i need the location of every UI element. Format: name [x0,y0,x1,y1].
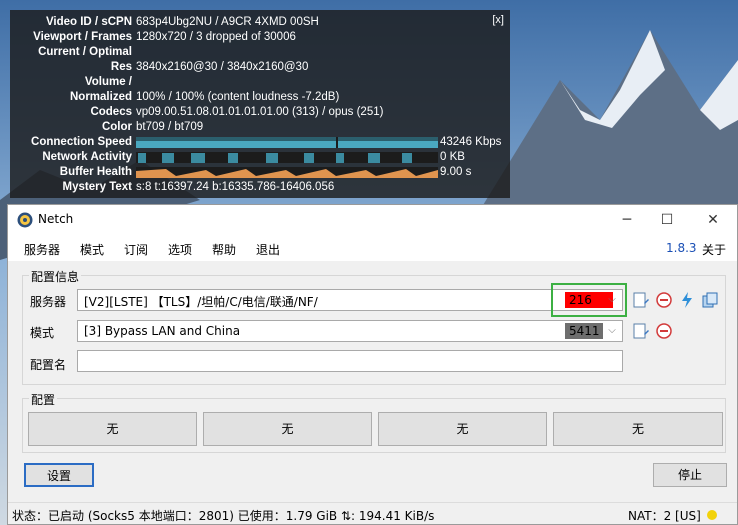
stats-value: bt709 / bt709 [136,121,204,133]
profile-button-3[interactable]: 无 [378,412,547,446]
profile-button-4[interactable]: 无 [553,412,723,446]
stats-label: Volume / [84,76,132,88]
stats-label: Color [101,121,132,133]
stats-row-current-optimal: Current / Optimal [10,45,510,60]
stats-value: 100% / 100% (content loudness -7.2dB) [136,91,340,103]
profile-name-input[interactable] [77,350,623,372]
netch-logo-icon [17,212,33,228]
network-activity-graph [136,152,438,163]
settings-button[interactable]: 设置 [24,463,94,487]
version-link[interactable]: 1.8.3 [666,241,697,255]
stats-value: 1280x720 / 3 dropped of 30006 [136,31,296,43]
stats-for-nerds-overlay: [x] Video ID / sCPN 683p4Ubg2NU / A9CR 4… [10,10,510,198]
connection-speed-graph [136,137,438,148]
stats-label: Normalized [70,91,132,103]
menu-item-subscription[interactable]: 订阅 [124,241,148,258]
stats-value: 683p4Ubg2NU / A9CR 4XMD 00SH [136,16,319,28]
minimize-icon: ─ [622,212,632,228]
chevron-down-icon: ⌵ [608,325,616,336]
stats-value: 3840x2160@30 / 3840x2160@30 [136,61,309,73]
stats-row-normalized: Normalized 100% / 100% (content loudness… [10,90,510,105]
menu-item-mode[interactable]: 模式 [80,241,104,258]
stats-label: Viewport / Frames [33,31,132,43]
close-icon: ✕ [707,212,719,228]
stats-value: s:8 t:16397.24 b:16335.786-16406.056 [136,181,335,193]
stats-row-codecs: Codecs vp09.00.51.08.01.01.01.01.00 (313… [10,105,510,120]
stats-label: Video ID / sCPN [45,16,132,28]
server-selected-value: [V2][LSTE] 【TLS】/坦帕/C/电信/联通/NF/ [84,295,318,309]
maximize-icon: ☐ [660,212,674,228]
minimize-button[interactable]: ─ [612,209,642,231]
stats-value: 9.00 s [440,166,472,178]
menu-item-help[interactable]: 帮助 [212,241,236,258]
stats-row-network-activity: Network Activity 0 KB [10,150,510,165]
copy-server-icon[interactable] [701,291,719,309]
stats-row-res: Res 3840x2160@30 / 3840x2160@30 [10,60,510,75]
delete-server-icon[interactable] [655,291,673,309]
stats-label: Mystery Text [62,181,132,193]
stats-label: Connection Speed [31,136,132,148]
stats-label: Buffer Health [59,166,132,178]
menu-item-exit[interactable]: 退出 [256,241,280,258]
menu-item-options[interactable]: 选项 [168,241,192,258]
status-bar: 状态：已启动 (Socks5 本地端口：2801) 已使用：1.79 GiB ⇅… [8,502,737,524]
stats-row-mystery-text: Mystery Text s:8 t:16397.24 b:16335.786-… [10,180,510,195]
stats-row-video-id: Video ID / sCPN 683p4Ubg2NU / A9CR 4XMD … [10,15,510,30]
maximize-button[interactable]: ☐ [652,209,682,231]
profile-button-1[interactable]: 无 [28,412,197,446]
profiles-title: 配置 [29,391,58,408]
about-link[interactable]: 关于 [702,241,726,258]
menu-bar: 服务器 模式 订阅 选项 帮助 退出 1.8.3 关于 [8,235,737,261]
title-bar[interactable]: Netch ─ ☐ ✕ [8,205,737,235]
latency-highlight-box [551,283,627,317]
stats-label: Res [110,61,132,73]
stats-row-volume: Volume / [10,75,510,90]
server-select[interactable]: [V2][LSTE] 【TLS】/坦帕/C/电信/联通/NF/ 216 ⌵ [77,289,623,311]
profile-button-2[interactable]: 无 [203,412,372,446]
stats-label: Codecs [90,106,132,118]
stats-row-viewport: Viewport / Frames 1280x720 / 3 dropped o… [10,30,510,45]
mode-selected-value: [3] Bypass LAN and China [84,324,241,338]
window-title: Netch [38,212,74,226]
stats-row-color: Color bt709 / bt709 [10,120,510,135]
stop-button[interactable]: 停止 [653,463,727,487]
menu-item-server[interactable]: 服务器 [24,241,60,258]
stats-value: 43246 Kbps [440,136,502,148]
speed-test-icon[interactable] [678,291,696,309]
stats-label: Network Activity [42,151,132,163]
config-info-title: 配置信息 [29,268,82,285]
profile-name-label: 配置名 [30,358,67,372]
nat-indicator-icon [707,510,717,520]
edit-mode-icon[interactable] [632,322,650,340]
close-button[interactable]: ✕ [698,209,728,231]
mode-count-badge: 5411 [565,323,603,339]
stats-value: 0 KB [440,151,465,163]
delete-mode-icon[interactable] [655,322,673,340]
mode-label: 模式 [30,326,55,340]
stats-value: vp09.00.51.08.01.01.01.01.00 (313) / opu… [136,106,384,118]
status-text: 状态：已启动 (Socks5 本地端口：2801) 已使用：1.79 GiB ⇅… [12,509,435,523]
edit-server-icon[interactable] [632,291,650,309]
netch-window: Netch ─ ☐ ✕ 服务器 模式 订阅 选项 帮助 退出 1.8.3 关于 … [7,204,738,525]
stats-label: Current / Optimal [38,46,132,58]
stats-row-connection-speed: Connection Speed 43246 Kbps [10,135,510,150]
buffer-health-graph [136,167,438,178]
nat-status: NAT：2 [US] [628,509,701,523]
server-label: 服务器 [30,295,67,309]
mode-select[interactable]: [3] Bypass LAN and China 5411 ⌵ [77,320,623,342]
stats-row-buffer-health: Buffer Health 9.00 s [10,165,510,180]
